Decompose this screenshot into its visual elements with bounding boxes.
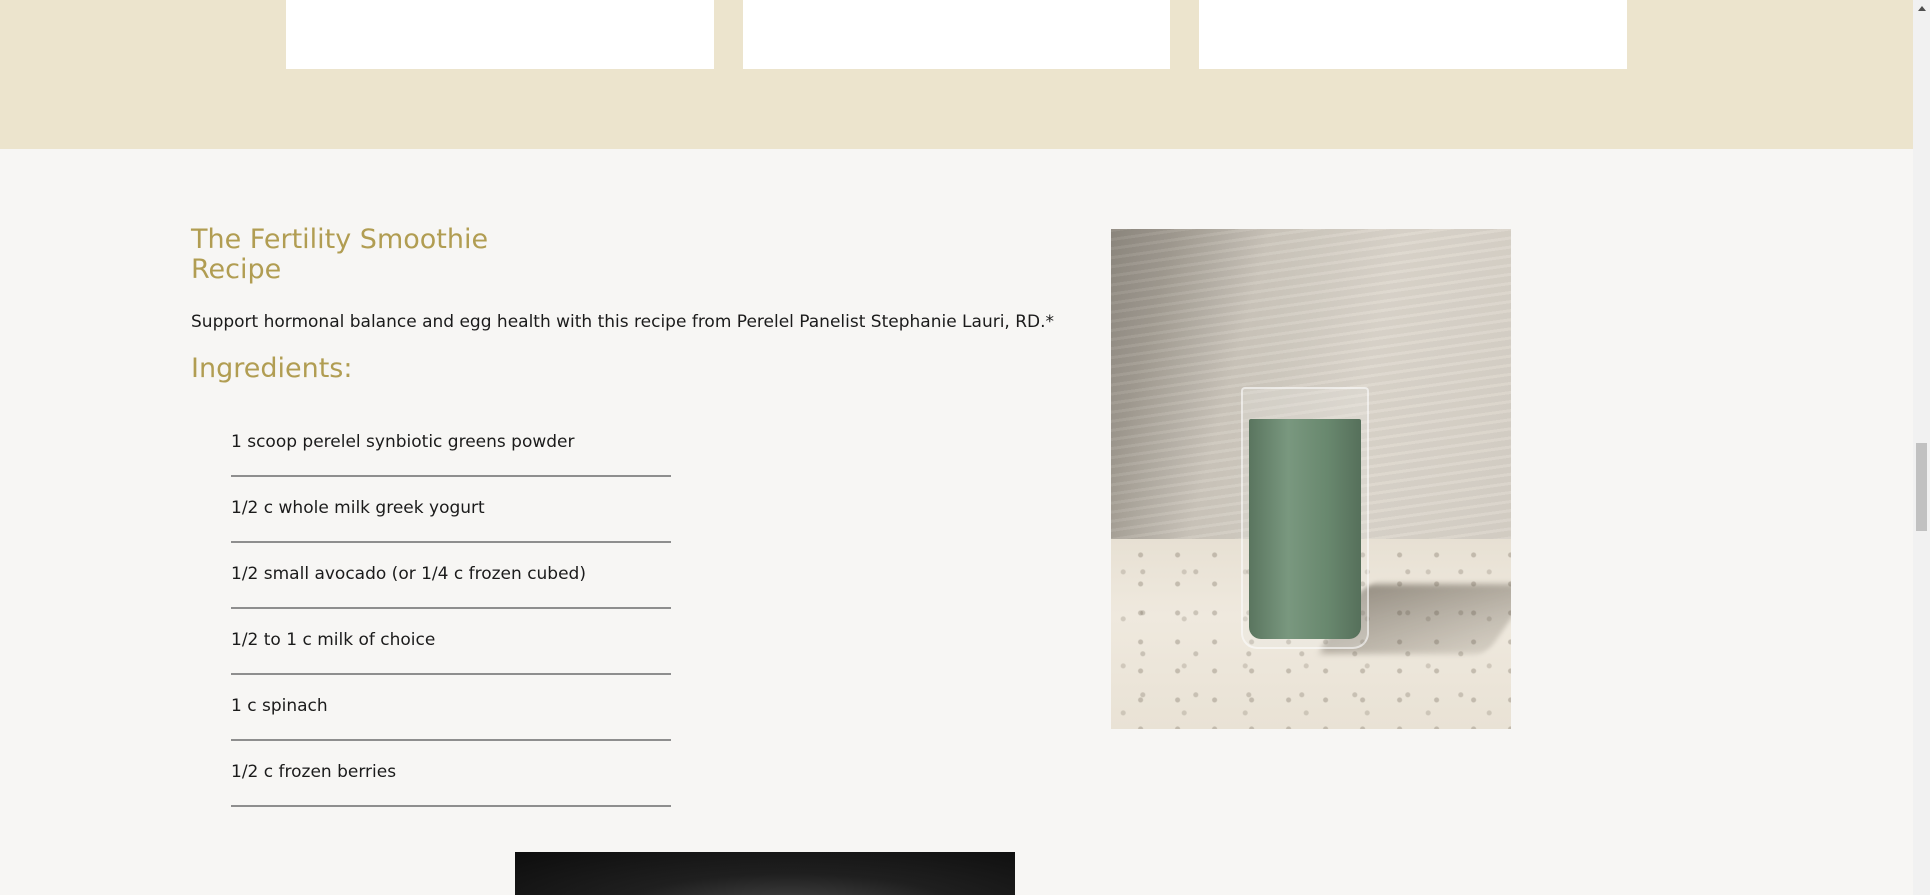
ingredient-list: 1 scoop perelel synbiotic greens powder …: [231, 411, 671, 807]
recipe-intro: Support hormonal balance and egg health …: [191, 312, 1055, 332]
top-card-band: [0, 0, 1913, 149]
ingredient-item-milk: 1/2 to 1 c milk of choice: [231, 609, 671, 675]
green-smoothie: [1249, 419, 1361, 639]
top-card-2[interactable]: [743, 0, 1170, 69]
ingredient-item-frozen-berries: 1/2 c frozen berries: [231, 741, 671, 807]
ingredient-item-greens-powder: 1 scoop perelel synbiotic greens powder: [231, 411, 671, 477]
top-card-3[interactable]: [1199, 0, 1627, 69]
top-card-1[interactable]: [286, 0, 714, 69]
scroll-up-arrow-icon[interactable]: [1913, 0, 1930, 17]
ingredient-item-avocado: 1/2 small avocado (or 1/4 c frozen cubed…: [231, 543, 671, 609]
smoothie-photo: [1111, 229, 1511, 729]
ingredient-item-spinach: 1 c spinach: [231, 675, 671, 741]
recipe-title: The Fertility Smoothie Recipe: [191, 224, 489, 285]
recipe-section: The Fertility Smoothie Recipe Support ho…: [0, 149, 1913, 895]
page-scrollbar[interactable]: [1913, 0, 1930, 895]
bottom-photo: [515, 852, 1015, 895]
ingredient-item-greek-yogurt: 1/2 c whole milk greek yogurt: [231, 477, 671, 543]
scrollbar-thumb[interactable]: [1916, 443, 1927, 531]
ingredients-heading: Ingredients:: [191, 353, 353, 384]
smoothie-glass: [1241, 387, 1369, 649]
